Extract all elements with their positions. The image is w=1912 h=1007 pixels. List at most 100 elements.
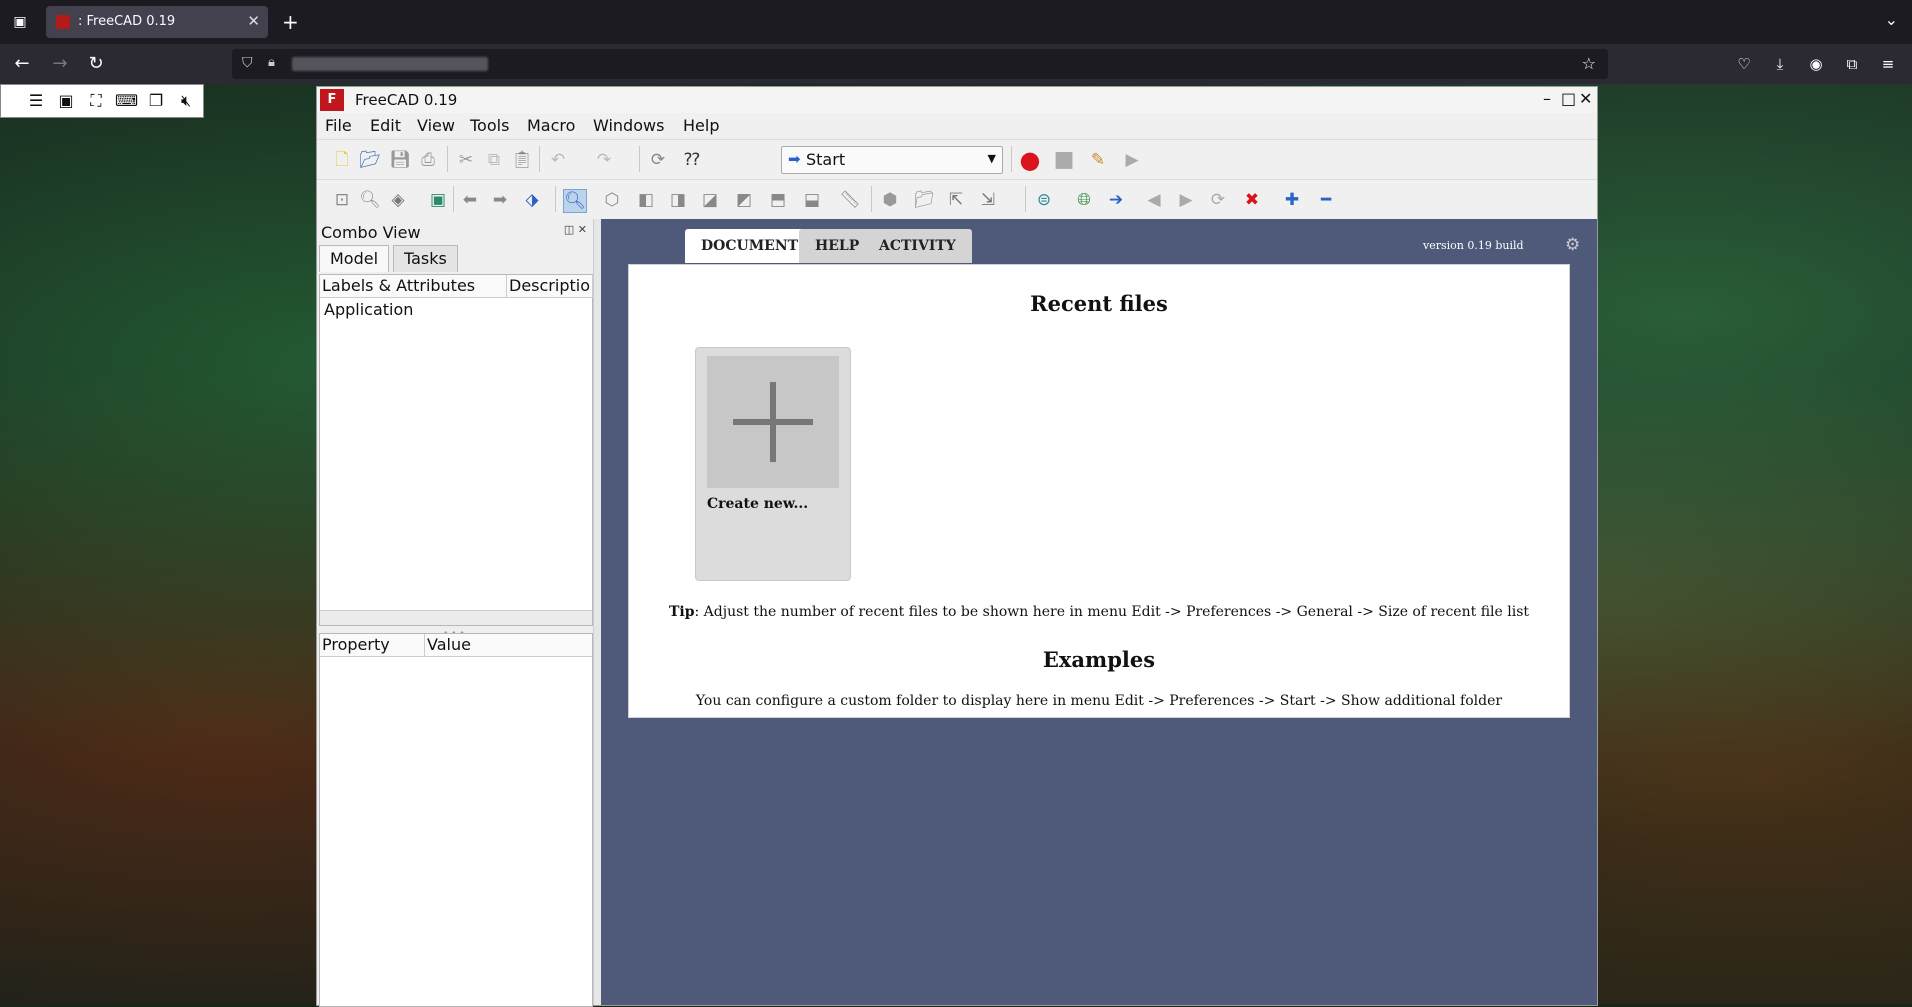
back-arrow-icon[interactable]: ←	[10, 52, 34, 76]
tree-item-application[interactable]: Application	[324, 300, 413, 319]
tree-horizontal-scrollbar[interactable]	[320, 610, 592, 625]
rear-view-icon[interactable]: ◩	[733, 189, 755, 211]
menu-tools[interactable]: Tools	[470, 116, 509, 135]
bookmark-star-icon[interactable]: ☆	[1582, 54, 1596, 73]
draw-style-icon[interactable]: ◈	[387, 189, 409, 211]
maximize-icon[interactable]: □	[1561, 89, 1576, 108]
menu-file[interactable]: File	[325, 116, 352, 135]
start-page: DOCUMENTS HELP ACTIVITY version 0.19 bui…	[601, 219, 1597, 1005]
refresh-icon[interactable]: ⟳	[647, 149, 669, 171]
close-tab-icon[interactable]: ✕	[247, 12, 260, 30]
forward-view-arrow-icon[interactable]: ➡	[489, 189, 511, 211]
menu-macro[interactable]: Macro	[527, 116, 575, 135]
sync-view-icon[interactable]: ⬗	[521, 189, 543, 211]
extensions-icon[interactable]: ⧉	[1840, 52, 1864, 76]
reload-icon[interactable]: ↻	[84, 52, 108, 76]
zoom-view-icon[interactable]: 🔍︎	[563, 189, 587, 213]
redo-icon[interactable]: ↷	[593, 149, 615, 171]
menu-help[interactable]: Help	[683, 116, 719, 135]
menu-icon[interactable]: ≡	[1876, 52, 1900, 76]
tab-activity[interactable]: ACTIVITY	[863, 229, 972, 263]
record-macro-icon[interactable]: ●	[1019, 148, 1041, 172]
model-tree[interactable]: Labels & Attributes Descriptio Applicati…	[319, 274, 593, 626]
top-view-icon[interactable]: ◨	[667, 189, 689, 211]
tracking-shield-icon[interactable]: ⛉	[242, 55, 253, 71]
cut-icon[interactable]: ✂	[455, 149, 477, 171]
part-icon[interactable]: ⬢	[879, 189, 901, 211]
workbench-selected: Start	[806, 150, 846, 169]
url-bar[interactable]: ⛉ 🔒︎ ☆	[232, 49, 1608, 79]
isometric-view-icon[interactable]: ⬡	[601, 189, 623, 211]
front-view-icon[interactable]: ◧	[635, 189, 657, 211]
freecad-logo-icon: F	[320, 89, 344, 111]
back-view-arrow-icon[interactable]: ⬅	[459, 189, 481, 211]
stop-macro-icon[interactable]: ■	[1053, 149, 1075, 171]
menu-windows[interactable]: Windows	[593, 116, 664, 135]
property-editor[interactable]: Property Value	[319, 633, 593, 1007]
tab-tasks[interactable]: Tasks	[393, 245, 458, 272]
menu-view[interactable]: View	[417, 116, 455, 135]
close-window-icon[interactable]: ✕	[1579, 89, 1592, 108]
bounding-box-icon[interactable]: ▣	[427, 189, 449, 211]
web-forward-icon[interactable]: ➔	[1105, 189, 1127, 211]
recent-files-heading: Recent files	[1030, 291, 1168, 316]
whats-this-icon[interactable]: ⁇	[681, 149, 703, 171]
undo-icon[interactable]: ↶	[547, 149, 569, 171]
pocket-icon[interactable]: ♡	[1732, 52, 1756, 76]
workbench-selector[interactable]: ➡ Start ▼	[781, 146, 1003, 174]
fullscreen-icon[interactable]: ⛶	[85, 90, 107, 112]
account-icon[interactable]: ◉	[1804, 52, 1828, 76]
web-next-icon[interactable]: ▶	[1175, 189, 1197, 211]
column-header-value[interactable]: Value	[425, 634, 592, 657]
web-stop-icon[interactable]: ✖	[1241, 189, 1263, 211]
list-all-tabs-icon[interactable]: ⌄	[1885, 10, 1898, 29]
create-new-label: Create new...	[707, 496, 809, 512]
web-refresh-icon[interactable]: ⟳	[1207, 189, 1229, 211]
combo-view-panel: Combo View ◫ ✕ Model Tasks Labels & Attr…	[317, 219, 593, 1007]
browser-tab[interactable]: : FreeCAD 0.19 ✕	[46, 6, 268, 38]
hamburger-menu-icon[interactable]: ☰	[25, 90, 47, 112]
run-macro-icon[interactable]: ▶	[1121, 149, 1143, 171]
paste-icon[interactable]: 📋︎	[511, 149, 533, 171]
web-back-icon[interactable]: ◀	[1143, 189, 1165, 211]
create-new-card[interactable]: Create new...	[695, 347, 851, 581]
forward-arrow-icon[interactable]: →	[48, 52, 72, 76]
version-label: version 0.19 build	[1423, 239, 1524, 252]
clipboard-icon[interactable]: ❐	[145, 90, 167, 112]
copy-icon[interactable]: ⧉	[483, 149, 505, 171]
right-view-icon[interactable]: ◪	[699, 189, 721, 211]
fit-all-icon[interactable]: ⊡	[331, 189, 353, 211]
open-folder-icon[interactable]: 📂︎	[359, 149, 381, 171]
web-navigation-icon[interactable]: ⊜	[1033, 189, 1055, 211]
fit-selection-icon[interactable]: 🔍︎	[359, 189, 381, 211]
zoom-out-icon[interactable]: ━	[1315, 189, 1337, 211]
new-document-icon[interactable]: 🗋	[331, 149, 353, 171]
keyboard-icon[interactable]: ⌨	[115, 90, 138, 112]
tab-model[interactable]: Model	[319, 245, 390, 272]
edit-macro-icon[interactable]: ✎	[1087, 149, 1109, 171]
save-icon[interactable]: 💾︎	[389, 149, 411, 171]
screenshot-icon[interactable]: ▣	[55, 90, 77, 112]
column-header-labels[interactable]: Labels & Attributes	[320, 275, 507, 298]
downloads-icon[interactable]: ⤓	[1768, 52, 1792, 76]
gear-icon[interactable]: ⚙	[1565, 235, 1580, 255]
freecad-favicon-icon	[56, 15, 70, 29]
firefox-view-icon[interactable]: ▣	[10, 12, 30, 32]
dock-float-close-icon[interactable]: ◫ ✕	[564, 223, 587, 236]
audio-muted-icon[interactable]: 🔇︎	[175, 90, 197, 112]
group-icon[interactable]: 📁︎	[913, 189, 935, 211]
open-website-icon[interactable]: 🌐︎	[1073, 189, 1095, 211]
column-header-property[interactable]: Property	[320, 634, 425, 657]
new-tab-button[interactable]: +	[282, 10, 299, 34]
measure-icon[interactable]: 📏︎	[839, 189, 861, 211]
zoom-in-icon[interactable]: ✚	[1281, 189, 1303, 211]
menu-edit[interactable]: Edit	[370, 116, 401, 135]
save-as-icon[interactable]: ⎙	[417, 149, 439, 171]
link-icon[interactable]: ⇱	[945, 189, 967, 211]
link-actions-icon[interactable]: ⇲	[977, 189, 999, 211]
bottom-view-icon[interactable]: ⬒	[767, 189, 789, 211]
left-view-icon[interactable]: ⬓	[801, 189, 823, 211]
minimize-icon[interactable]: –	[1543, 89, 1551, 108]
lock-icon[interactable]: 🔒︎	[268, 55, 275, 70]
column-header-description[interactable]: Descriptio	[507, 275, 593, 298]
